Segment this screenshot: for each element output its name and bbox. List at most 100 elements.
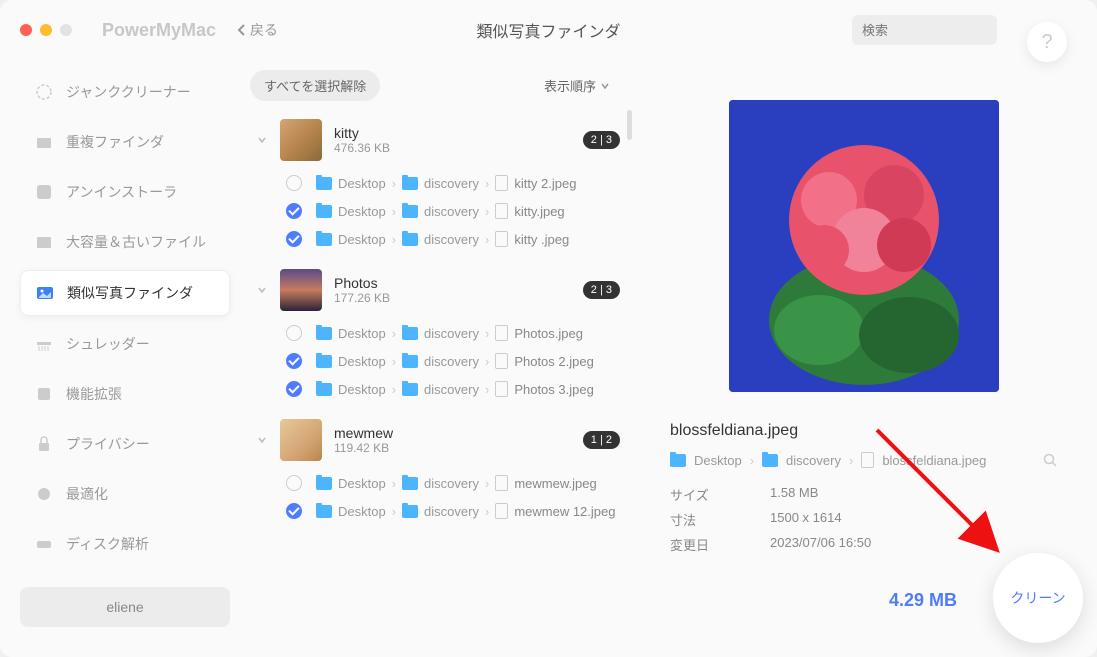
file-icon (495, 325, 508, 341)
file-checkbox[interactable] (286, 475, 302, 491)
file-icon (495, 503, 508, 519)
group-info: kitty 476.36 KB (334, 125, 583, 155)
folder-icon (402, 505, 418, 518)
meta-row-modified: 変更日 2023/07/06 16:50 (670, 532, 1057, 557)
back-button[interactable]: 戻る (236, 20, 278, 40)
file-checkbox[interactable] (286, 503, 302, 519)
file-icon (495, 231, 508, 247)
search-input[interactable] (862, 23, 1038, 38)
collapse-button[interactable] (250, 128, 274, 152)
preview-image (729, 100, 999, 392)
file-row[interactable]: Desktop› discovery› mewmew 12.jpeg (250, 497, 640, 525)
back-label: 戻る (250, 20, 278, 40)
path-separator: › (485, 176, 489, 191)
sidebar-item-extensions[interactable]: 機能拡張 (20, 372, 230, 416)
collapse-button[interactable] (250, 428, 274, 452)
file-path: Desktop› discovery› Photos.jpeg (316, 325, 583, 341)
file-name: Photos 3.jpeg (514, 382, 594, 397)
folder-icon (402, 177, 418, 190)
help-button[interactable]: ? (1027, 22, 1067, 62)
file-icon (495, 381, 508, 397)
file-group: Photos 177.26 KB 2 | 3 Desktop› discover… (250, 261, 640, 403)
sidebar-item-privacy[interactable]: プライバシー (20, 422, 230, 466)
folder-icon (402, 383, 418, 396)
file-name: kitty .jpeg (514, 232, 569, 247)
sidebar-item-similar-photos[interactable]: 類似写真ファインダ (20, 270, 230, 316)
traffic-lights (20, 24, 72, 36)
chevron-down-icon (256, 434, 268, 446)
lock-icon (34, 434, 54, 454)
path-segment: Desktop (338, 204, 386, 219)
scrollbar[interactable] (627, 110, 632, 140)
path-segment: discovery (424, 232, 479, 247)
sidebar-item-shredder[interactable]: シュレッダー (20, 322, 230, 366)
search-box[interactable] (852, 15, 997, 45)
file-path: Desktop› discovery› Photos 2.jpeg (316, 353, 594, 369)
group-header[interactable]: mewmew 119.42 KB 1 | 2 (250, 411, 640, 469)
meta-value: 2023/07/06 16:50 (770, 535, 871, 554)
file-row[interactable]: Desktop› discovery› kitty 2.jpeg (250, 169, 640, 197)
user-badge[interactable]: eliene (20, 587, 230, 627)
rocket-icon (34, 484, 54, 504)
close-window-button[interactable] (20, 24, 32, 36)
folder-icon (762, 454, 778, 467)
puzzle-icon (34, 384, 54, 404)
group-header[interactable]: kitty 476.36 KB 2 | 3 (250, 111, 640, 169)
main: すべてを選択解除 表示順序 kitty 476.36 KB 2 | 3 Desk… (240, 0, 1097, 657)
folder-icon (316, 477, 332, 490)
meta-label: サイズ (670, 485, 770, 504)
file-row[interactable]: Desktop› discovery› Photos.jpeg (250, 319, 640, 347)
folder-icon (402, 477, 418, 490)
file-checkbox[interactable] (286, 231, 302, 247)
minimize-window-button[interactable] (40, 24, 52, 36)
file-checkbox[interactable] (286, 381, 302, 397)
folder-icon (402, 205, 418, 218)
path-segment: discovery (424, 326, 479, 341)
file-checkbox[interactable] (286, 325, 302, 341)
group-badge: 2 | 3 (583, 131, 620, 149)
collapse-button[interactable] (250, 278, 274, 302)
file-row[interactable]: Desktop› discovery› Photos 2.jpeg (250, 347, 640, 375)
folder-icon (316, 177, 332, 190)
sidebar-item-disk-analysis[interactable]: ディスク解析 (20, 522, 230, 566)
file-row[interactable]: Desktop› discovery› Photos 3.jpeg (250, 375, 640, 403)
path-segment: discovery (424, 354, 479, 369)
sidebar-item-label: シュレッダー (66, 334, 150, 354)
path-separator: › (392, 176, 396, 191)
file-path: Desktop› discovery› mewmew 12.jpeg (316, 503, 615, 519)
file-row[interactable]: Desktop› discovery› mewmew.jpeg (250, 469, 640, 497)
path-segment: Desktop (338, 504, 386, 519)
sidebar-item-junk-cleaner[interactable]: ジャンククリーナー (20, 70, 230, 114)
sidebar-item-uninstaller[interactable]: アンインストーラ (20, 170, 230, 214)
sidebar: ジャンククリーナー 重複ファインダ アンインストーラ 大容量＆古いファイル 類似… (0, 0, 240, 657)
maximize-window-button[interactable] (60, 24, 72, 36)
file-row[interactable]: Desktop› discovery› kitty.jpeg (250, 197, 640, 225)
file-checkbox[interactable] (286, 203, 302, 219)
sidebar-item-duplicate-finder[interactable]: 重複ファインダ (20, 120, 230, 164)
sidebar-item-label: アンインストーラ (66, 182, 177, 202)
file-checkbox[interactable] (286, 353, 302, 369)
meta-label: 変更日 (670, 535, 770, 554)
file-group: mewmew 119.42 KB 1 | 2 Desktop› discover… (250, 411, 640, 525)
sidebar-item-large-old-files[interactable]: 大容量＆古いファイル (20, 220, 230, 264)
file-path: Desktop› discovery› kitty .jpeg (316, 231, 569, 247)
sort-button[interactable]: 表示順序 (544, 76, 610, 95)
deselect-all-button[interactable]: すべてを選択解除 (250, 70, 380, 101)
path-separator: › (485, 232, 489, 247)
file-group: kitty 476.36 KB 2 | 3 Desktop› discovery… (250, 111, 640, 253)
sidebar-item-optimize[interactable]: 最適化 (20, 472, 230, 516)
file-name: kitty 2.jpeg (514, 176, 576, 191)
chevron-left-icon (236, 23, 246, 37)
group-thumbnail (280, 419, 322, 461)
path-separator: › (750, 453, 754, 468)
clean-button[interactable]: クリーン (993, 553, 1083, 643)
path-segment: discovery (424, 382, 479, 397)
file-checkbox[interactable] (286, 175, 302, 191)
shredder-icon (34, 334, 54, 354)
path-separator: › (392, 382, 396, 397)
group-header[interactable]: Photos 177.26 KB 2 | 3 (250, 261, 640, 319)
reveal-in-finder-icon[interactable] (1043, 453, 1057, 467)
folder-icon (402, 233, 418, 246)
file-row[interactable]: Desktop› discovery› kitty .jpeg (250, 225, 640, 253)
folder-icon (670, 454, 686, 467)
